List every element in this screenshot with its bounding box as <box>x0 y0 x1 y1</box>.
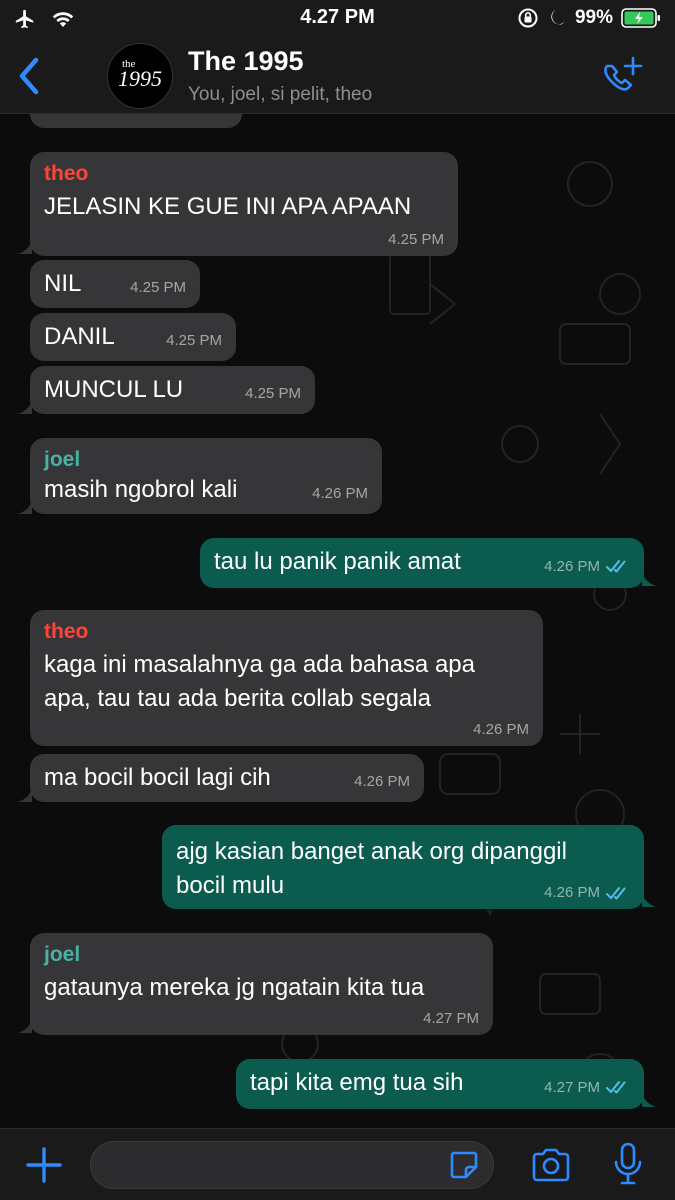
message-bubble[interactable]: DANIL 4.25 PM <box>30 313 236 361</box>
message-input[interactable] <box>90 1141 494 1189</box>
plus-icon[interactable] <box>24 1145 64 1185</box>
message-bubble-outgoing[interactable]: tapi kita emg tua sih 4.27 PM <box>236 1059 644 1109</box>
message-time: 4.26 PM <box>544 558 600 575</box>
sticker-icon[interactable] <box>448 1149 480 1181</box>
chat-subtitle[interactable]: You, joel, si pelit, theo <box>188 84 372 106</box>
message-time: 4.27 PM <box>423 1010 479 1027</box>
bubble-tail <box>642 572 656 586</box>
message-text: gataunya mereka jg ngatain kita tua <box>44 974 425 1001</box>
message-bubble[interactable]: MUNCUL LU 4.25 PM <box>30 366 315 414</box>
sender-name[interactable]: joel <box>44 448 368 472</box>
bubble-tail <box>18 240 32 254</box>
bubble-tail <box>18 788 32 802</box>
message-bubble[interactable]: theo kaga ini masalahnya ga ada bahasa a… <box>30 610 543 746</box>
bubble-tail <box>642 1093 656 1107</box>
message-time: 4.26 PM <box>544 884 600 901</box>
mic-icon[interactable] <box>612 1141 644 1187</box>
read-ticks-icon <box>606 560 626 573</box>
sender-name[interactable]: theo <box>44 620 529 644</box>
message-time: 4.25 PM <box>245 385 301 402</box>
camera-icon[interactable] <box>530 1147 572 1183</box>
message-text-line: kaga ini masalahnya ga ada bahasa apa <box>44 651 475 678</box>
message-time: 4.25 PM <box>130 279 186 296</box>
message-time: 4.25 PM <box>166 332 222 349</box>
message-time: 4.27 PM <box>544 1079 600 1096</box>
message-time: 4.26 PM <box>354 773 410 790</box>
status-bar: 4.27 PM 99% <box>0 0 675 40</box>
bubble-tail <box>18 400 32 414</box>
message-time: 4.26 PM <box>312 485 368 502</box>
message-bubble-outgoing[interactable]: tau lu panik panik amat 4.26 PM <box>200 538 644 588</box>
orientation-lock-icon <box>518 8 538 28</box>
chat-header: the 1995 The 1995 You, joel, si pelit, t… <box>0 40 675 114</box>
message-bubble-clipped[interactable] <box>30 114 242 128</box>
input-bar <box>0 1128 675 1200</box>
battery-percent: 99% <box>574 7 613 28</box>
back-icon[interactable] <box>12 54 46 98</box>
bubble-tail <box>18 500 32 514</box>
battery-icon <box>621 8 660 28</box>
chat-area[interactable]: theo JELASIN KE GUE INI APA APAAN 4.25 P… <box>0 114 675 1128</box>
message-bubble[interactable]: theo JELASIN KE GUE INI APA APAAN 4.25 P… <box>30 152 458 256</box>
sender-name[interactable]: theo <box>44 162 444 186</box>
message-bubble[interactable]: ma bocil bocil lagi cih 4.26 PM <box>30 754 424 802</box>
message-time: 4.26 PM <box>473 721 529 738</box>
sender-name[interactable]: joel <box>44 943 479 967</box>
bubble-tail <box>18 1019 32 1033</box>
bubble-tail <box>642 893 656 907</box>
status-right: 99% <box>517 7 661 29</box>
message-time: 4.25 PM <box>388 231 444 248</box>
message-bubble[interactable]: joel masih ngobrol kali 4.26 PM <box>30 438 382 514</box>
moon-icon <box>551 10 565 25</box>
message-bubble[interactable]: NIL 4.25 PM <box>30 260 200 308</box>
message-text-line: apa, tau tau ada berita collab segala <box>44 685 431 712</box>
read-ticks-icon <box>606 887 626 900</box>
chat-title[interactable]: The 1995 <box>188 46 304 77</box>
read-ticks-icon <box>606 1081 626 1094</box>
message-bubble-outgoing[interactable]: ajg kasian banget anak org dipanggil boc… <box>162 825 644 909</box>
group-avatar[interactable]: the 1995 <box>107 43 173 109</box>
message-bubble[interactable]: joel gataunya mereka jg ngatain kita tua… <box>30 933 493 1035</box>
message-text: JELASIN KE GUE INI APA APAAN <box>44 193 412 220</box>
avatar-text-small: the <box>122 58 136 70</box>
add-call-icon[interactable] <box>599 56 645 100</box>
message-text-line: ajg kasian banget anak org dipanggil <box>176 838 567 865</box>
